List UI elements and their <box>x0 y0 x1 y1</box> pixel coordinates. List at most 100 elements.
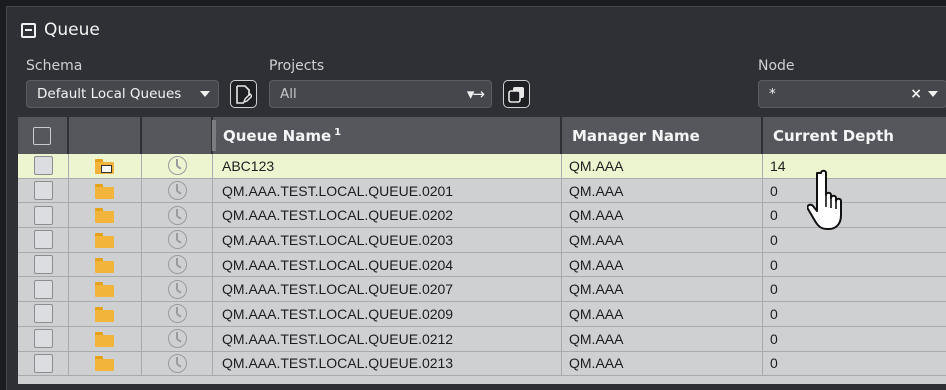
table-row[interactable]: QM.AAA.TEST.LOCAL.QUEUE.0209 QM.AAA 0 <box>18 302 946 327</box>
row-checkbox-cell <box>18 351 69 376</box>
queue-type-cell <box>69 154 142 178</box>
row-checkbox-cell <box>18 277 69 302</box>
folder-message-icon <box>94 158 116 174</box>
row-checkbox[interactable] <box>33 279 53 299</box>
queue-name-cell: ABC123 <box>213 154 562 178</box>
row-checkbox[interactable] <box>33 205 53 225</box>
current-depth-header-label: Current Depth <box>773 126 894 145</box>
row-checkbox[interactable] <box>33 230 53 250</box>
current-depth-cell: 0 <box>770 355 778 372</box>
schema-label: Schema <box>26 58 83 74</box>
column-header-current-depth[interactable]: Current Depth <box>763 117 946 154</box>
projects-value: All <box>280 86 297 102</box>
manager-name-header-label: Manager Name <box>572 126 700 145</box>
table-row <box>18 376 946 385</box>
folder-icon <box>94 207 116 224</box>
table-row[interactable]: QM.AAA.TEST.LOCAL.QUEUE.0207 QM.AAA 0 <box>18 277 946 303</box>
table-row[interactable]: QM.AAA.TEST.LOCAL.QUEUE.0212 QM.AAA 0 <box>18 326 946 352</box>
queue-type-cell <box>69 302 142 326</box>
queue-name-cell: QM.AAA.TEST.LOCAL.QUEUE.0212 <box>213 326 562 351</box>
current-depth-cell: 0 <box>770 256 778 273</box>
folder-icon <box>94 232 116 248</box>
current-depth-cell: 14 <box>770 157 786 174</box>
manager-name-cell: QM.AAA <box>562 351 763 376</box>
column-header-queue-name[interactable]: Queue Name 1 <box>213 117 562 154</box>
row-checkbox-cell <box>18 203 69 228</box>
copy-icon <box>508 86 524 103</box>
table-row[interactable]: QM.AAA.TEST.LOCAL.QUEUE.0203 QM.AAA 0 <box>18 228 946 253</box>
queue-name-cell: QM.AAA.TEST.LOCAL.QUEUE.0209 <box>213 302 562 326</box>
queue-name-cell: QM.AAA.TEST.LOCAL.QUEUE.0204 <box>213 252 562 277</box>
current-depth-cell: 0 <box>770 281 778 298</box>
queue-name-cell: QM.AAA.TEST.LOCAL.QUEUE.0202 <box>213 203 562 228</box>
queue-name-cell: QM.AAA.TEST.LOCAL.QUEUE.0201 <box>213 178 562 203</box>
node-label: Node <box>758 58 795 74</box>
schedule-cell <box>142 252 213 277</box>
manager-name-cell: QM.AAA <box>562 203 763 228</box>
manager-name-cell: QM.AAA <box>562 326 763 351</box>
table-row[interactable]: QM.AAA.TEST.LOCAL.QUEUE.0201 QM.AAA 0 <box>18 178 946 204</box>
queue-type-cell <box>69 252 142 277</box>
table-header: Queue Name 1 Manager Name Current Depth <box>18 117 946 154</box>
schedule-cell <box>142 302 213 326</box>
edit-schema-button[interactable] <box>230 80 257 108</box>
schedule-cell <box>142 351 213 376</box>
sort-order-indicator: 1 <box>334 126 342 138</box>
manager-name-cell: QM.AAA <box>562 154 763 178</box>
table-row[interactable]: QM.AAA.TEST.LOCAL.QUEUE.0202 QM.AAA 0 <box>18 203 946 229</box>
clock-icon <box>167 304 187 324</box>
header-status-cell <box>142 117 213 154</box>
clock-icon <box>167 156 187 176</box>
minus-square-icon[interactable] <box>21 22 36 38</box>
current-depth-cell: 0 <box>770 305 778 322</box>
clock-icon <box>167 205 187 225</box>
row-checkbox-cell <box>18 228 69 252</box>
row-checkbox[interactable] <box>33 353 53 373</box>
node-dropdown[interactable]: * × <box>758 80 946 108</box>
queue-type-cell <box>69 228 142 252</box>
folder-icon <box>94 183 116 199</box>
column-header-manager-name[interactable]: Manager Name <box>562 117 763 154</box>
folder-icon <box>94 257 116 273</box>
queue-type-cell <box>69 203 142 228</box>
row-checkbox-cell <box>18 154 69 178</box>
chevron-down-icon <box>928 91 938 97</box>
row-checkbox[interactable] <box>33 304 53 324</box>
clock-icon <box>167 353 187 373</box>
queue-name-cell: QM.AAA.TEST.LOCAL.QUEUE.0203 <box>213 228 562 252</box>
clear-icon[interactable]: × <box>910 86 922 102</box>
folder-icon <box>94 306 116 322</box>
schema-dropdown[interactable]: Default Local Queues <box>26 80 219 108</box>
manager-name-cell: QM.AAA <box>562 277 763 302</box>
folder-icon <box>94 331 116 347</box>
table-body: ABC123 QM.AAA 14 QM.AAA.TEST.LOCAL.QUEUE.02… <box>18 154 946 377</box>
manager-name-cell: QM.AAA <box>562 252 763 277</box>
manager-name-cell: QM.AAA <box>562 178 763 203</box>
row-checkbox[interactable] <box>33 255 53 275</box>
select-all-checkbox[interactable] <box>33 126 51 145</box>
queue-type-cell <box>69 351 142 376</box>
clock-icon <box>167 230 187 250</box>
queue-name-cell: QM.AAA.TEST.LOCAL.QUEUE.0207 <box>213 277 562 302</box>
current-depth-cell: 0 <box>770 330 778 347</box>
row-checkbox[interactable] <box>33 329 53 349</box>
copy-projects-button[interactable] <box>503 80 530 108</box>
header-type-cell <box>69 117 142 154</box>
node-value: * <box>769 86 776 102</box>
projects-dropdown[interactable]: All ▾→ <box>269 80 492 108</box>
manager-name-cell: QM.AAA <box>562 228 763 252</box>
table-row[interactable]: ABC123 QM.AAA 14 <box>18 154 946 179</box>
table-row[interactable]: QM.AAA.TEST.LOCAL.QUEUE.0204 QM.AAA 0 <box>18 252 946 278</box>
queue-panel: Queue Schema Default Local Queues Projec… <box>6 6 946 390</box>
row-checkbox[interactable] <box>33 181 53 201</box>
sort-divider <box>212 120 216 151</box>
table-row[interactable]: QM.AAA.TEST.LOCAL.QUEUE.0213 QM.AAA 0 <box>18 351 946 377</box>
schedule-cell <box>142 178 213 203</box>
row-checkbox[interactable] <box>33 156 53 176</box>
manager-name-cell: QM.AAA <box>562 302 763 326</box>
current-depth-cell: 0 <box>770 207 778 224</box>
queue-type-cell <box>69 178 142 203</box>
row-checkbox-cell <box>18 326 69 351</box>
queue-name-cell: QM.AAA.TEST.LOCAL.QUEUE.0213 <box>213 351 562 376</box>
queue-name-header-label: Queue Name <box>223 126 332 145</box>
